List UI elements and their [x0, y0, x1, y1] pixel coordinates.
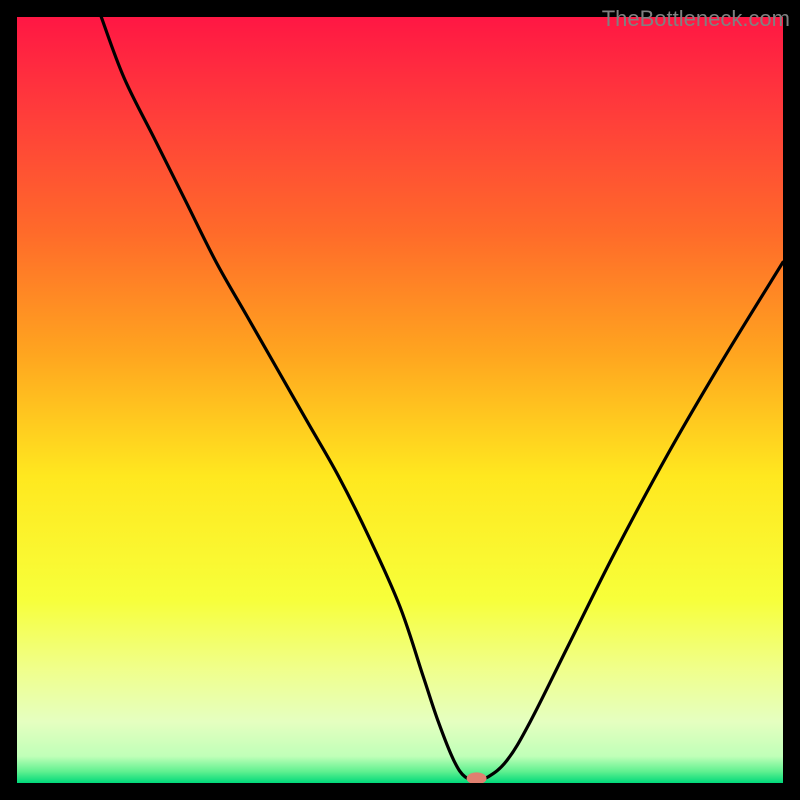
- gradient-background: [17, 17, 783, 783]
- bottleneck-chart: TheBottleneck.com: [0, 0, 800, 800]
- chart-svg: [17, 17, 783, 783]
- plot-area: [17, 17, 783, 783]
- watermark-text: TheBottleneck.com: [602, 6, 790, 32]
